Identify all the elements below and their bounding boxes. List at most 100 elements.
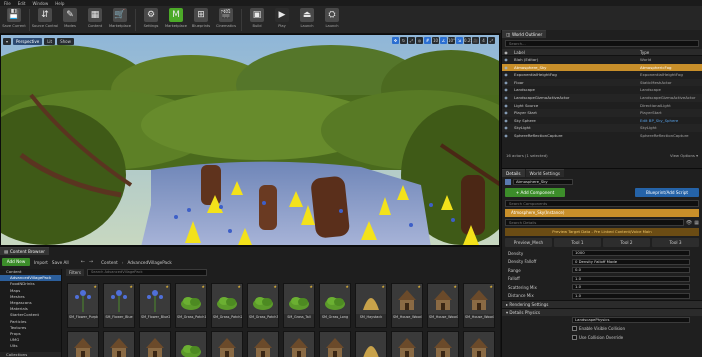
visibility-eye-icon[interactable]: ◉ bbox=[502, 71, 510, 79]
subtab-preview-mesh[interactable]: Preview_Mesh bbox=[505, 238, 552, 247]
selected-component[interactable]: Atmosphere_Sky(Instance) bbox=[505, 209, 699, 217]
collision-override-checkbox[interactable] bbox=[572, 334, 577, 340]
blueprint-script-button[interactable]: Blueprint/Add Script bbox=[635, 188, 699, 197]
translate-tool-icon[interactable]: ✥ bbox=[392, 37, 399, 44]
toolbar-button-5[interactable]: ⚙ Settings bbox=[139, 6, 163, 33]
show-button[interactable]: Show bbox=[57, 37, 74, 45]
grid-snap-value[interactable]: 10 bbox=[432, 37, 439, 44]
actor-name-field[interactable]: Atmosphere_Sky bbox=[513, 179, 573, 185]
property-value-field[interactable]: 1.0 bbox=[572, 275, 690, 282]
asset-search-input[interactable]: Search AdvancedVillagePack bbox=[87, 269, 207, 276]
label-column-header[interactable]: Label bbox=[510, 49, 638, 55]
toolbar-button-12[interactable]: ⛭ Launch bbox=[320, 6, 344, 33]
visibility-eye-icon[interactable]: ◉ bbox=[502, 64, 510, 72]
add-new-button[interactable]: Add New bbox=[2, 258, 30, 266]
asset-tile[interactable]: ★ SM_Grass_Long bbox=[319, 283, 351, 328]
asset-tile[interactable]: ★ SM_Grass_Patch3 bbox=[247, 283, 279, 328]
tab-content-browser[interactable]: ▤ Content Browser bbox=[0, 247, 49, 255]
property-value-field[interactable]: 1.0 bbox=[572, 284, 690, 291]
angle-snap-value[interactable]: 10° bbox=[448, 37, 455, 44]
outliner-row-type[interactable]: Edit BP_Sky_Sphere bbox=[638, 117, 702, 125]
toolbar-button-0[interactable]: 💾 Save Current bbox=[2, 6, 26, 33]
outliner-row[interactable]: ◉ Landscape Landscape bbox=[502, 86, 702, 94]
toolbar-button-10[interactable]: ▶ Play bbox=[270, 6, 294, 33]
import-button[interactable]: Import bbox=[34, 260, 48, 265]
visibility-eye-icon[interactable]: ◉ bbox=[502, 109, 510, 117]
menu-help[interactable]: Help bbox=[55, 1, 64, 6]
outliner-row[interactable]: ◉ SphereReflectionCapture SphereReflection… bbox=[502, 132, 702, 140]
asset-tile[interactable] bbox=[463, 331, 495, 357]
property-value-field[interactable]: 1000 bbox=[572, 250, 690, 257]
toolbar-button-8[interactable]: 🎬 Cinematics bbox=[214, 6, 238, 33]
asset-tile[interactable] bbox=[211, 331, 243, 357]
filters-button[interactable]: Filters bbox=[66, 269, 84, 276]
details-search-input[interactable]: Search Details bbox=[505, 219, 684, 226]
tab-world-outliner[interactable]: ◫ World Outliner bbox=[502, 30, 547, 38]
asset-tile[interactable]: ★ SM_Haystack bbox=[355, 283, 387, 328]
path-folder[interactable]: AdvancedVillagePack bbox=[127, 260, 171, 265]
section-physics[interactable]: ▾ Details Physics bbox=[502, 308, 702, 316]
grid-view-icon[interactable]: ▦ bbox=[694, 220, 699, 226]
toolbar-button-7[interactable]: ⊞ Blueprints bbox=[189, 6, 213, 33]
scale-tool-icon[interactable]: ⤢ bbox=[408, 37, 415, 44]
outliner-row[interactable]: ◉ SkyLight SkyLight bbox=[502, 124, 702, 132]
visibility-eye-icon[interactable]: ◉ bbox=[502, 102, 510, 110]
camera-speed-value[interactable]: 4 bbox=[480, 37, 487, 44]
favorite-star-icon[interactable]: ★ bbox=[165, 284, 169, 289]
maximize-icon[interactable]: ⤢ bbox=[488, 37, 495, 44]
outliner-row[interactable]: ◉ Floor StaticMeshActor bbox=[502, 78, 702, 87]
grid-snap-icon[interactable]: # bbox=[424, 37, 431, 44]
asset-tile[interactable]: ★ SM_Flower_Blue2 bbox=[139, 283, 171, 328]
favorite-star-icon[interactable]: ★ bbox=[489, 284, 493, 289]
back-icon[interactable]: ← bbox=[81, 259, 85, 265]
favorite-star-icon[interactable]: ★ bbox=[381, 284, 385, 289]
save-all-button[interactable]: Save All bbox=[52, 260, 69, 265]
physics-value[interactable]: LandscapePhysics bbox=[572, 317, 690, 324]
eye-icon[interactable]: 👁 bbox=[686, 220, 692, 226]
outliner-row[interactable]: ◉ Atmosphere_Sky AtmosphericFog bbox=[502, 63, 702, 72]
subtab-tool-2[interactable]: Tool 2 bbox=[603, 238, 650, 247]
asset-tile[interactable] bbox=[139, 331, 171, 357]
asset-tile[interactable]: ★ SM_Flower_Blue bbox=[103, 283, 135, 328]
outliner-search-input[interactable]: Search... bbox=[505, 40, 699, 47]
visibility-eye-icon[interactable]: ◉ bbox=[502, 132, 510, 140]
property-value-field[interactable]: 0 Density Falloff Mode bbox=[572, 258, 690, 265]
asset-tile[interactable]: ★ SM_Flower_Purple bbox=[67, 283, 99, 328]
view-options-button[interactable]: View Options ▾ bbox=[670, 152, 698, 160]
asset-tile[interactable]: ★ SM_House_Wood3 bbox=[463, 283, 495, 328]
toolbar-button-1[interactable]: ⇵ Source Control bbox=[32, 6, 58, 33]
asset-tile[interactable] bbox=[67, 331, 99, 357]
components-search-input[interactable]: Search Components bbox=[505, 200, 699, 207]
outliner-row[interactable]: ◉ LandscapeGizmoActiveActor LandscapeGizmo… bbox=[502, 93, 702, 102]
visibility-eye-icon[interactable]: ◉ bbox=[502, 94, 510, 102]
asset-tile[interactable]: ★ SM_Grass_Tall bbox=[283, 283, 315, 328]
section-rendering[interactable]: ▸ Rendering Settings bbox=[502, 300, 702, 308]
outliner-row[interactable]: ◉ Sky Sphere Edit BP_Sky_Sphere bbox=[502, 117, 702, 125]
add-component-button[interactable]: + Add Component bbox=[505, 188, 565, 197]
toolbar-button-6[interactable]: M Marketplace bbox=[164, 6, 188, 33]
asset-tile[interactable] bbox=[355, 331, 387, 357]
visibility-eye-icon[interactable]: ◉ bbox=[502, 124, 510, 132]
outliner-row[interactable]: ◉ Player Start PlayerStart bbox=[502, 109, 702, 117]
favorite-star-icon[interactable]: ★ bbox=[345, 284, 349, 289]
viewport-options-button[interactable]: ▾ bbox=[3, 37, 12, 45]
outliner-row[interactable]: ◉ ExponentialHeightFog ExponentialHeightFo… bbox=[502, 71, 702, 79]
tab-world-settings[interactable]: World Settings bbox=[525, 169, 565, 177]
tab-details[interactable]: Details bbox=[502, 169, 525, 177]
toolbar-button-4[interactable]: 🛒 Marketplace bbox=[108, 6, 132, 33]
outliner-row[interactable]: ◉ Light Source DirectionalLight bbox=[502, 102, 702, 110]
asset-tile[interactable]: ★ SM_Grass_Patch1 bbox=[175, 283, 207, 328]
toolbar-button-3[interactable]: ▦ Content bbox=[83, 6, 107, 33]
scale-snap-value[interactable]: 0.25 bbox=[464, 37, 473, 44]
asset-tile[interactable] bbox=[319, 331, 351, 357]
rotate-tool-icon[interactable]: ↻ bbox=[400, 37, 407, 44]
forward-icon[interactable]: → bbox=[89, 259, 93, 265]
property-value-field[interactable]: 0.0 bbox=[572, 267, 690, 274]
asset-tile[interactable] bbox=[247, 331, 279, 357]
outliner-row[interactable]: ◉ Blah (Editor) World bbox=[502, 56, 702, 64]
property-value-field[interactable]: 1.0 bbox=[572, 292, 690, 299]
asset-tile[interactable] bbox=[103, 331, 135, 357]
camera-speed-icon[interactable]: 🎥 bbox=[472, 37, 479, 44]
asset-tile[interactable] bbox=[283, 331, 315, 357]
asset-tile[interactable]: ★ SM_House_Wood1 bbox=[391, 283, 423, 328]
